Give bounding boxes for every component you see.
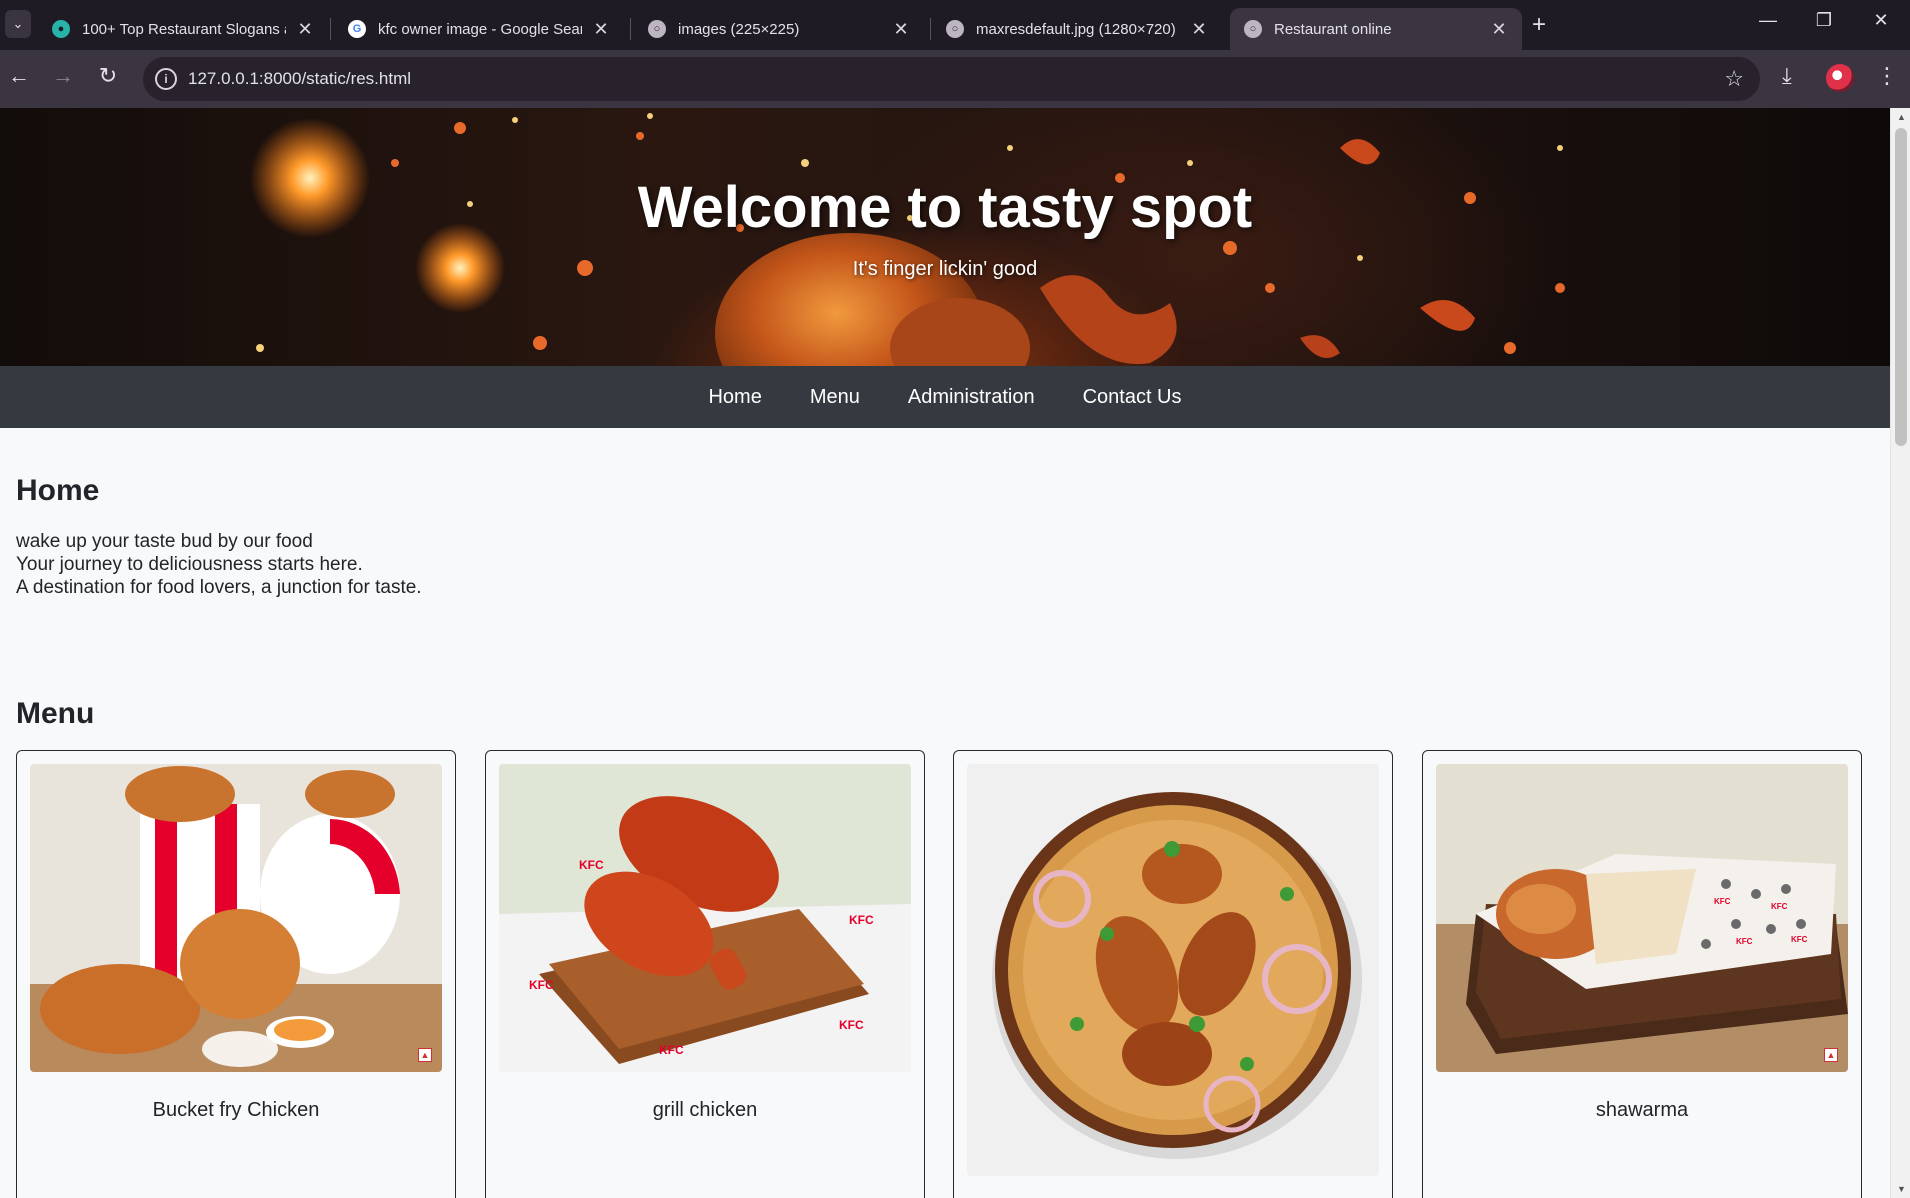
svg-text:KFC: KFC <box>1771 902 1788 911</box>
home-text-line: wake up your taste bud by our food <box>16 531 313 552</box>
home-description: wake up your taste bud by our food Your … <box>16 530 422 599</box>
tab-title: images (225×225) <box>678 20 800 38</box>
globe-icon: ○ <box>1244 20 1262 38</box>
hero-subtitle: It's finger lickin' good <box>852 258 1038 280</box>
menu-item-image <box>967 764 1379 1176</box>
close-tab-icon[interactable]: ✕ <box>592 19 610 40</box>
new-tab-icon[interactable]: + <box>1532 11 1546 39</box>
svg-text:KFC: KFC <box>659 1043 684 1057</box>
globe-icon: ○ <box>648 20 666 38</box>
minimize-icon[interactable]: — <box>1753 10 1783 31</box>
scrollbar-thumb[interactable] <box>1895 128 1907 446</box>
grill-chicken-image: KFC KFC KFC KFC KFC <box>499 764 911 1072</box>
home-text-line: A destination for food lovers, a junctio… <box>16 577 422 598</box>
browser-tab[interactable]: ● 100+ Top Restaurant Slogans an ✕ <box>38 8 328 50</box>
menu-card[interactable]: KFC KFC KFC KFC KFC grill chicken <box>485 750 925 1198</box>
browser-tab[interactable]: ○ maxresdefault.jpg (1280×720) ✕ <box>932 8 1222 50</box>
close-tab-icon[interactable]: ✕ <box>1190 19 1208 40</box>
shawarma-image: KFC KFC KFC KFC <box>1436 764 1848 1072</box>
image-badge-icon: ▲ <box>418 1048 432 1062</box>
nav-link-administration[interactable]: Administration <box>908 386 1035 409</box>
svg-text:KFC: KFC <box>1791 935 1808 944</box>
svg-text:KFC: KFC <box>1714 897 1731 906</box>
nav-link-home[interactable]: Home <box>708 386 761 409</box>
site-info-icon[interactable]: i <box>155 68 177 90</box>
image-badge-icon: ▲ <box>1824 1048 1838 1062</box>
browser-toolbar: ← → ↻ i 127.0.0.1:8000/static/res.html ☆… <box>0 50 1910 108</box>
menu-heading: Menu <box>16 697 95 730</box>
browser-tab-active[interactable]: ○ Restaurant online ✕ <box>1230 8 1522 50</box>
close-tab-icon[interactable]: ✕ <box>296 19 314 40</box>
tab-divider <box>630 18 631 40</box>
main-navigation: Home Menu Administration Contact Us <box>0 366 1890 428</box>
bucket-chicken-image <box>30 764 442 1072</box>
hero-banner: Welcome to tasty spot It's finger lickin… <box>0 108 1890 366</box>
menu-item-image: KFC KFC KFC KFC ▲ <box>1436 764 1848 1072</box>
scroll-down-arrow-icon[interactable]: ▼ <box>1897 1184 1906 1194</box>
url-text[interactable]: 127.0.0.1:8000/static/res.html <box>188 69 411 89</box>
close-tab-icon[interactable]: ✕ <box>1490 19 1508 40</box>
svg-text:KFC: KFC <box>839 1018 864 1032</box>
home-heading: Home <box>16 474 100 507</box>
page-viewport: Welcome to tasty spot It's finger lickin… <box>0 108 1890 1198</box>
nav-link-contact-us[interactable]: Contact Us <box>1083 386 1182 409</box>
home-text-line: Your journey to deliciousness starts her… <box>16 554 363 575</box>
chicken-biryani-image <box>967 764 1379 1176</box>
back-arrow-icon[interactable]: ← <box>4 63 34 89</box>
profile-avatar[interactable] <box>1826 64 1854 92</box>
tab-title: 100+ Top Restaurant Slogans an <box>82 20 286 38</box>
tab-title: Restaurant online <box>1274 20 1392 38</box>
reload-icon[interactable]: ↻ <box>93 63 123 89</box>
page-scrollbar[interactable]: ▲ ▼ <box>1890 108 1910 1198</box>
more-menu-icon[interactable]: ⋮ <box>1876 63 1898 89</box>
menu-item-name: grill chicken <box>652 1099 758 1121</box>
nav-link-menu[interactable]: Menu <box>810 386 860 409</box>
tab-title: kfc owner image - Google Search <box>378 20 582 38</box>
address-bar[interactable]: i 127.0.0.1:8000/static/res.html ☆ <box>143 57 1760 101</box>
menu-card[interactable]: KFC KFC KFC KFC ▲ shawarma <box>1422 750 1862 1198</box>
svg-text:KFC: KFC <box>849 913 874 927</box>
svg-text:KFC: KFC <box>579 858 604 872</box>
menu-item-name: shawarma <box>1595 1099 1689 1121</box>
download-icon[interactable]: ⤓ <box>1782 63 1792 89</box>
scroll-up-arrow-icon[interactable]: ▲ <box>1897 112 1906 122</box>
tab-search-chevron-icon[interactable]: ⌄ <box>5 10 31 38</box>
tab-divider <box>330 18 331 40</box>
browser-tab-strip: ⌄ ● 100+ Top Restaurant Slogans an ✕ G k… <box>0 0 1910 50</box>
hero-title: Welcome to tasty spot <box>637 175 1253 240</box>
menu-card[interactable] <box>953 750 1393 1198</box>
browser-tab[interactable]: ○ images (225×225) ✕ <box>634 8 924 50</box>
svg-text:KFC: KFC <box>529 978 554 992</box>
close-tab-icon[interactable]: ✕ <box>892 19 910 40</box>
globe-icon: ○ <box>946 20 964 38</box>
tab-divider <box>930 18 931 40</box>
close-window-icon[interactable]: ✕ <box>1866 10 1896 31</box>
bookmark-star-icon[interactable]: ☆ <box>1724 66 1744 92</box>
menu-item-image: KFC KFC KFC KFC KFC <box>499 764 911 1072</box>
restore-icon[interactable]: ❐ <box>1809 10 1839 31</box>
menu-card[interactable]: ▲ Bucket fry Chicken <box>16 750 456 1198</box>
shield-icon: ● <box>52 20 70 38</box>
browser-tab[interactable]: G kfc owner image - Google Search ✕ <box>334 8 624 50</box>
svg-text:KFC: KFC <box>1736 937 1753 946</box>
google-icon: G <box>348 20 366 38</box>
tab-title: maxresdefault.jpg (1280×720) <box>976 20 1176 38</box>
forward-arrow-icon[interactable]: → <box>48 63 78 89</box>
menu-item-image: ▲ <box>30 764 442 1072</box>
menu-item-name: Bucket fry Chicken <box>152 1099 320 1121</box>
